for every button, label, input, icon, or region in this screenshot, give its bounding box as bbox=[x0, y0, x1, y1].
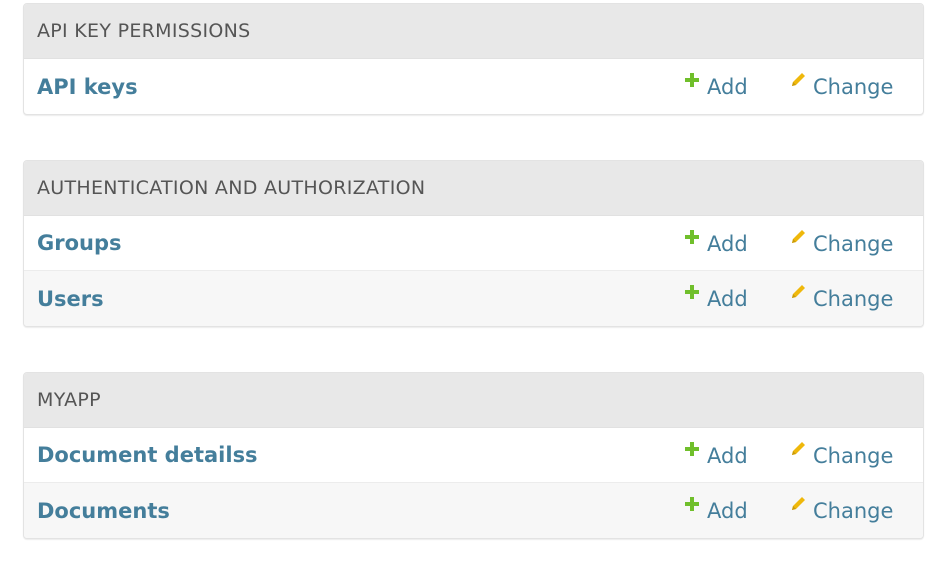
model-row-document-detailss: Document detailss Add Change bbox=[24, 428, 923, 483]
plus-icon bbox=[684, 441, 700, 457]
module-header: AUTHENTICATION AND AUTHORIZATION bbox=[24, 161, 923, 216]
plus-icon bbox=[684, 229, 700, 245]
add-link[interactable]: Add bbox=[684, 428, 748, 483]
add-link[interactable]: Add bbox=[684, 483, 748, 538]
module-authentication-and-authorization: AUTHENTICATION AND AUTHORIZATION Groups … bbox=[23, 160, 924, 327]
app-list: API KEY PERMISSIONS API keys Add Change … bbox=[0, 0, 943, 566]
change-label: Change bbox=[813, 498, 894, 523]
model-row-documents: Documents Add Change bbox=[24, 483, 923, 538]
plus-icon bbox=[684, 72, 700, 88]
change-link[interactable]: Change bbox=[790, 428, 893, 483]
model-link-users[interactable]: Users bbox=[24, 287, 923, 311]
model-link-groups[interactable]: Groups bbox=[24, 231, 923, 255]
change-link[interactable]: Change bbox=[790, 216, 893, 271]
pencil-icon bbox=[790, 72, 806, 88]
module-header: API KEY PERMISSIONS bbox=[24, 4, 923, 59]
add-label: Add bbox=[707, 74, 748, 99]
change-link[interactable]: Change bbox=[790, 59, 893, 114]
add-link[interactable]: Add bbox=[684, 59, 748, 114]
model-link-documents[interactable]: Documents bbox=[24, 499, 923, 523]
change-label: Change bbox=[813, 231, 894, 256]
model-link-api-keys[interactable]: API keys bbox=[24, 75, 923, 99]
pencil-icon bbox=[790, 284, 806, 300]
change-link[interactable]: Change bbox=[790, 483, 893, 538]
model-row-users: Users Add Change bbox=[24, 271, 923, 326]
plus-icon bbox=[684, 284, 700, 300]
pencil-icon bbox=[790, 229, 806, 245]
change-label: Change bbox=[813, 286, 894, 311]
model-link-document-detailss[interactable]: Document detailss bbox=[24, 443, 923, 467]
model-row-groups: Groups Add Change bbox=[24, 216, 923, 271]
pencil-icon bbox=[790, 441, 806, 457]
add-label: Add bbox=[707, 286, 748, 311]
add-link[interactable]: Add bbox=[684, 216, 748, 271]
module-header: MYAPP bbox=[24, 373, 923, 428]
plus-icon bbox=[684, 496, 700, 512]
add-link[interactable]: Add bbox=[684, 271, 748, 326]
add-label: Add bbox=[707, 443, 748, 468]
change-label: Change bbox=[813, 74, 894, 99]
change-label: Change bbox=[813, 443, 894, 468]
add-label: Add bbox=[707, 498, 748, 523]
model-row-api-keys: API keys Add Change bbox=[24, 59, 923, 114]
pencil-icon bbox=[790, 496, 806, 512]
add-label: Add bbox=[707, 231, 748, 256]
module-api-key-permissions: API KEY PERMISSIONS API keys Add Change bbox=[23, 3, 924, 115]
module-myapp: MYAPP Document detailss Add Change Docum… bbox=[23, 372, 924, 539]
change-link[interactable]: Change bbox=[790, 271, 893, 326]
